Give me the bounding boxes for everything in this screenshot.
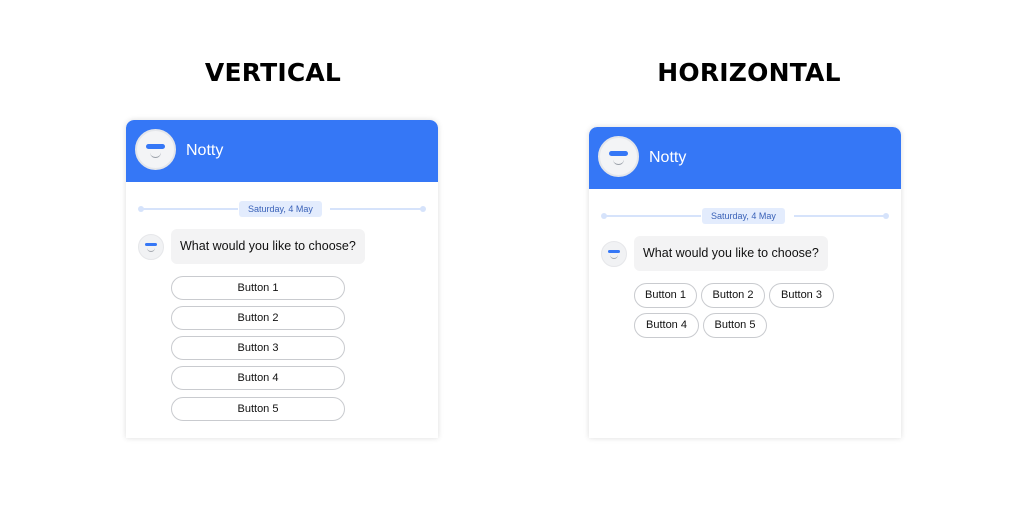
chat-header: Notty bbox=[126, 120, 438, 182]
horizontal-heading: HORIZONTAL bbox=[657, 58, 841, 87]
chat-panel-vertical: Notty Saturday, 4 May What would you lik… bbox=[126, 120, 438, 438]
choice-button-1[interactable]: Button 1 bbox=[634, 283, 697, 308]
chat-panel-horizontal: Notty Saturday, 4 May What would you lik… bbox=[589, 127, 901, 438]
bot-name: Notty bbox=[649, 149, 687, 166]
chat-header: Notty bbox=[589, 127, 901, 189]
choice-button-2[interactable]: Button 2 bbox=[171, 306, 345, 330]
choice-button-3[interactable]: Button 3 bbox=[769, 283, 834, 308]
bot-avatar-icon bbox=[135, 129, 176, 170]
bot-name: Notty bbox=[186, 142, 224, 159]
bot-avatar-small-icon bbox=[138, 234, 164, 260]
bot-message: What would you like to choose? bbox=[634, 236, 828, 271]
choice-button-4[interactable]: Button 4 bbox=[634, 313, 699, 338]
choice-button-5[interactable]: Button 5 bbox=[171, 397, 345, 421]
date-divider: Saturday, 4 May bbox=[601, 208, 889, 224]
choice-button-5[interactable]: Button 5 bbox=[703, 313, 767, 338]
bot-avatar-icon bbox=[598, 136, 639, 177]
bot-avatar-small-icon bbox=[601, 241, 627, 267]
vertical-heading: VERTICAL bbox=[204, 58, 342, 87]
bot-message: What would you like to choose? bbox=[171, 229, 365, 264]
choice-button-1[interactable]: Button 1 bbox=[171, 276, 345, 300]
choice-button-3[interactable]: Button 3 bbox=[171, 336, 345, 360]
date-label: Saturday, 4 May bbox=[239, 201, 322, 217]
choice-button-4[interactable]: Button 4 bbox=[171, 366, 345, 390]
date-label: Saturday, 4 May bbox=[702, 208, 785, 224]
date-divider: Saturday, 4 May bbox=[138, 201, 426, 217]
choice-button-2[interactable]: Button 2 bbox=[701, 283, 765, 308]
